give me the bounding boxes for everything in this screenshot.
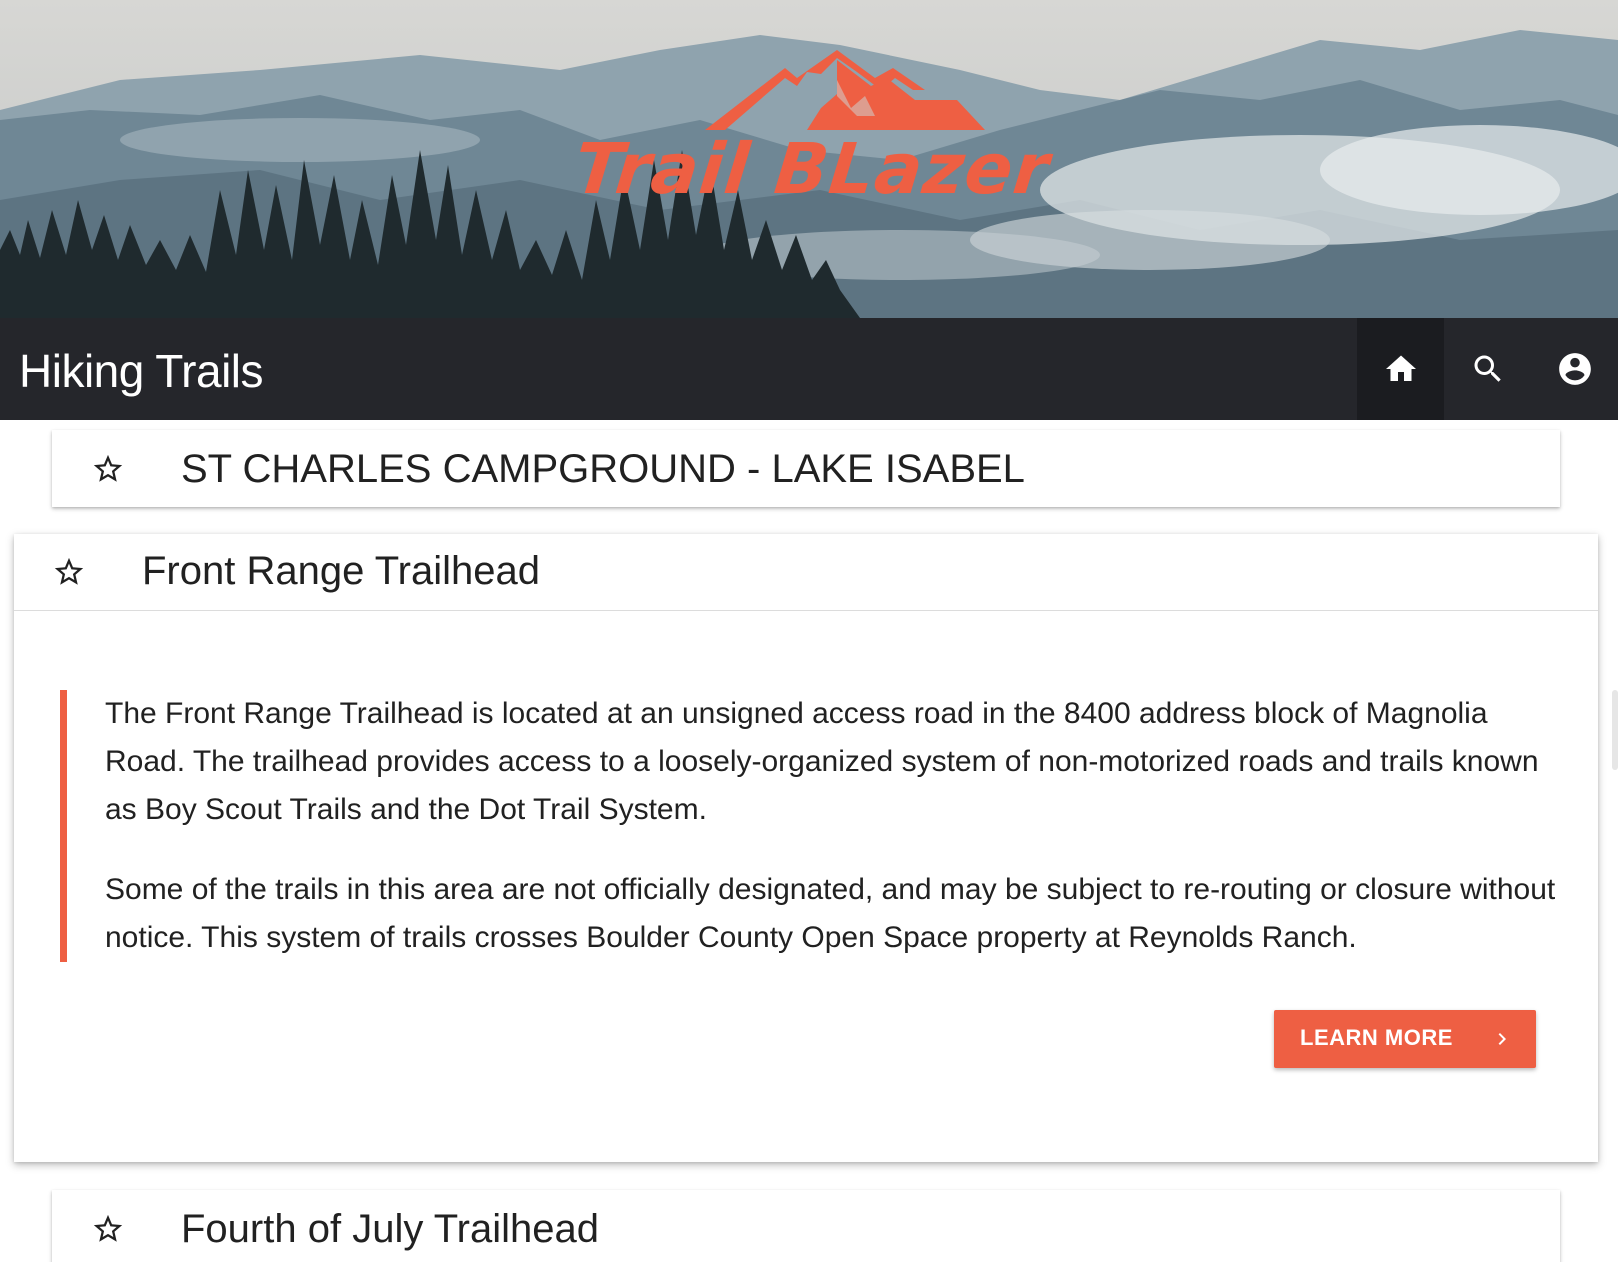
learn-more-label: LEARN MORE	[1300, 1025, 1453, 1050]
hero-banner: Trail BLazer	[0, 0, 1618, 318]
trail-card-header[interactable]: ST CHARLES CAMPGROUND - LAKE ISABEL	[52, 430, 1560, 507]
home-button[interactable]	[1357, 318, 1444, 420]
favorite-button[interactable]	[49, 552, 89, 592]
trail-title: Front Range Trailhead	[142, 549, 541, 593]
star-outline-icon	[93, 1214, 123, 1242]
trail-card-header[interactable]: Front Range Trailhead	[14, 534, 1598, 611]
star-outline-icon	[93, 454, 123, 482]
description-paragraph: The Front Range Trailhead is located at …	[105, 697, 1539, 826]
chevron-right-icon	[1498, 1033, 1506, 1045]
account-button[interactable]	[1531, 318, 1618, 420]
favorite-button[interactable]	[88, 1209, 128, 1249]
account-circle-icon	[1558, 353, 1591, 385]
trail-card[interactable]: Fourth of July Trailhead	[52, 1190, 1560, 1262]
logo-wordmark: Trail BLazer	[570, 128, 1054, 210]
page: Trail BLazer Hiking Trails ST CHARLES CA…	[0, 0, 1618, 1262]
page-title: Hiking Trails	[19, 345, 264, 397]
trail-card-header[interactable]: Fourth of July Trailhead	[52, 1190, 1560, 1262]
scrollbar[interactable]	[1612, 690, 1618, 770]
home-icon	[1385, 355, 1416, 381]
trail-card[interactable]: ST CHARLES CAMPGROUND - LAKE ISABEL	[52, 430, 1560, 507]
search-button[interactable]	[1444, 318, 1531, 420]
trail-blazer-logo[interactable]: Trail BLazer	[571, 50, 1053, 210]
learn-more-button[interactable]: LEARN MORE	[1274, 1010, 1536, 1068]
trail-description: The Front Range Trailhead is located at …	[60, 690, 1570, 962]
mountain-logo-icon	[705, 50, 985, 130]
app-bar-actions	[1357, 318, 1618, 420]
trail-card-expanded: Front Range Trailhead The Front Range Tr…	[14, 534, 1598, 1162]
trail-title: Fourth of July Trailhead	[181, 1207, 599, 1251]
app-bar: Hiking Trails	[0, 318, 1618, 420]
favorite-button[interactable]	[88, 449, 128, 489]
star-outline-icon	[54, 557, 84, 585]
search-icon	[1474, 355, 1501, 382]
trail-title: ST CHARLES CAMPGROUND - LAKE ISABEL	[181, 447, 1025, 491]
description-paragraph: Some of the trails in this area are not …	[105, 873, 1556, 954]
